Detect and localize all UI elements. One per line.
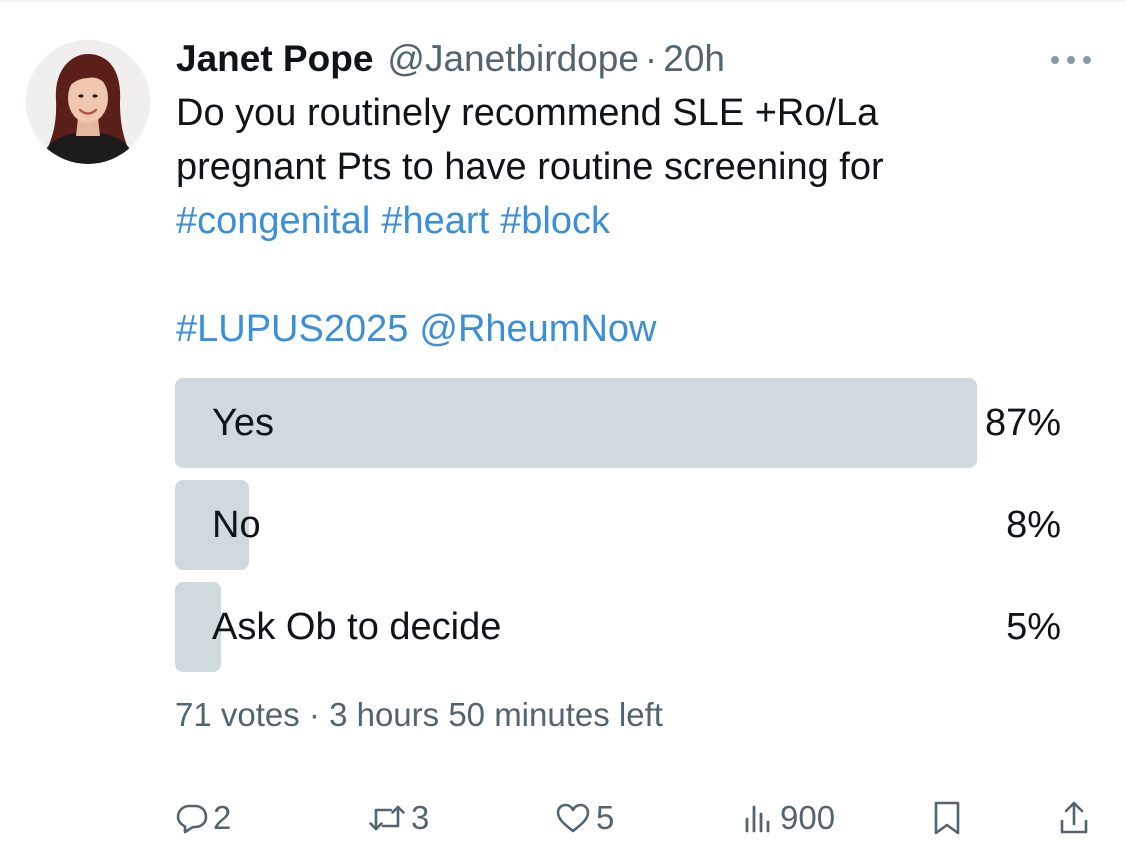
poll-meta: 71 votes · 3 hours 50 minutes left (175, 696, 663, 733)
mention-link[interactable]: @RheumNow (419, 308, 656, 350)
like-button[interactable]: 5 (554, 795, 614, 841)
bookmark-button[interactable] (930, 795, 964, 841)
hashtag-link[interactable]: #heart (381, 200, 489, 242)
top-divider (0, 0, 1125, 2)
repost-count: 3 (411, 799, 430, 836)
tweet-text: Do you routinely recommend SLE +Ro/La pr… (176, 86, 1076, 356)
views-button[interactable]: 900 (742, 795, 835, 841)
header-separator: · (644, 38, 658, 79)
hashtag-link[interactable]: #LUPUS2025 (176, 308, 408, 350)
tweet-timestamp[interactable]: 20h (663, 38, 725, 80)
poll-option-percent: 5% (1006, 606, 1061, 648)
tweet-text-line: Do you routinely recommend SLE +Ro/La (176, 92, 879, 134)
poll-option-percent: 8% (1006, 504, 1061, 546)
share-button[interactable] (1057, 795, 1091, 841)
views-count: 900 (780, 799, 836, 836)
heart-icon (554, 801, 592, 835)
poll-option-yes: Yes 87% (175, 378, 1061, 468)
reply-button[interactable]: 2 (175, 795, 231, 841)
reply-count: 2 (213, 799, 232, 836)
tags-line: #LUPUS2025 @RheumNow (176, 302, 1076, 356)
like-count: 5 (596, 799, 615, 836)
reply-bubble-icon (175, 801, 209, 835)
repost-button[interactable]: 3 (367, 795, 429, 841)
poll-option-percent: 87% (984, 402, 1061, 444)
hashtag-link[interactable]: #congenital (176, 200, 370, 242)
tweet-text-line: pregnant Pts to have routine screening f… (176, 146, 884, 188)
poll-option-no: No 8% (175, 480, 1061, 570)
poll-option-label: No (212, 504, 261, 546)
poll-bar (175, 378, 977, 468)
poll-option-label: Ask Ob to decide (212, 606, 502, 648)
bookmark-icon (930, 799, 964, 837)
tweet-header: Janet Pope @Janetbirdope · 20h (176, 34, 725, 84)
hashtags-line: #congenital #heart #block (176, 194, 1076, 248)
repost-arrows-icon (367, 801, 407, 835)
poll-option-ask-ob: Ask Ob to decide 5% (175, 582, 1061, 672)
hashtag-link[interactable]: #block (500, 200, 610, 242)
views-bars-icon (742, 801, 776, 835)
avatar[interactable] (26, 40, 150, 164)
poll-option-label: Yes (212, 402, 274, 444)
more-horizontal-icon[interactable] (1046, 42, 1096, 78)
author-handle[interactable]: @Janetbirdope (387, 38, 639, 80)
share-upload-icon (1057, 799, 1091, 837)
author-display-name[interactable]: Janet Pope (176, 38, 373, 80)
